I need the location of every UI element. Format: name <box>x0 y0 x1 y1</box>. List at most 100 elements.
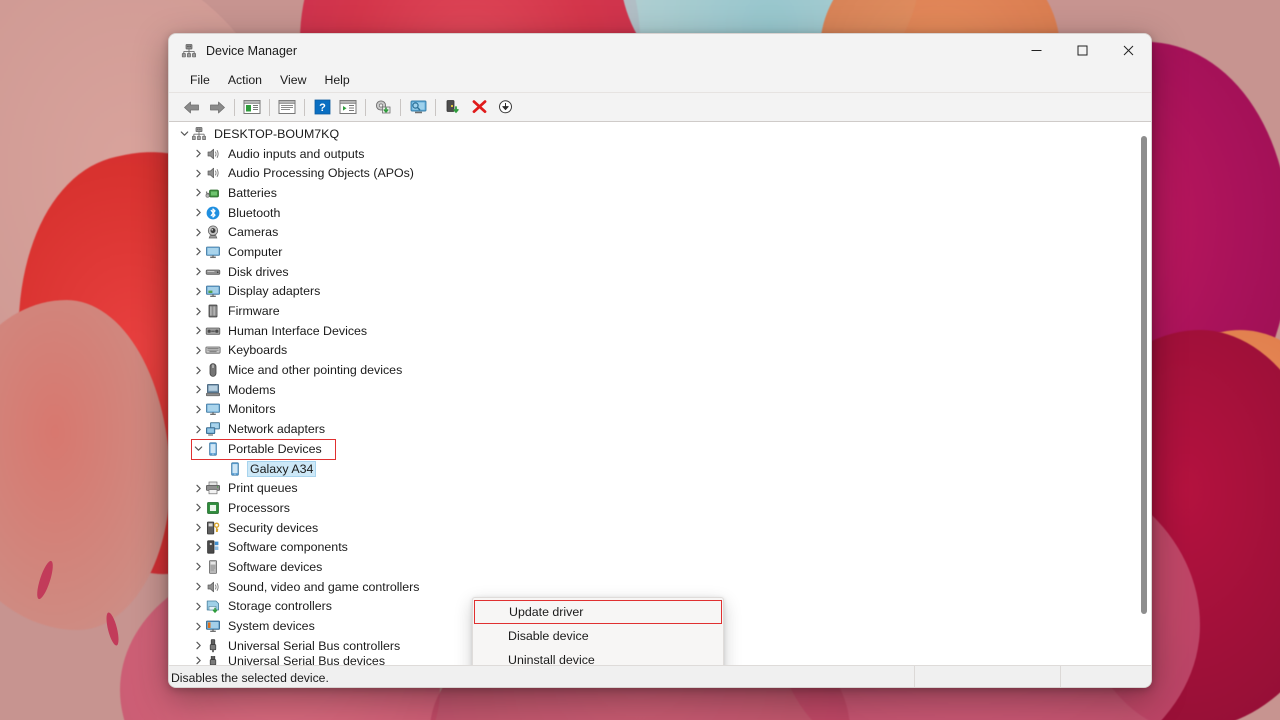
tree-row-root[interactable]: DESKTOP-BOUM7KQ <box>169 124 1137 144</box>
uninstall-device-icon[interactable] <box>466 96 492 119</box>
tree-row-keyboards[interactable]: Keyboards <box>169 341 1137 361</box>
chevron-right-icon[interactable] <box>191 562 205 571</box>
tree-row-sound-video-and-game-controllers[interactable]: Sound, video and game controllers <box>169 577 1137 597</box>
enable-device-icon[interactable] <box>440 96 466 119</box>
printer-icon <box>205 480 221 496</box>
tree-row-label: Security devices <box>228 520 319 535</box>
device-tree-panel[interactable]: DESKTOP-BOUM7KQ Audio inputs and outputs… <box>169 122 1151 665</box>
chevron-right-icon[interactable] <box>191 582 205 591</box>
tree-row-label: Audio Processing Objects (APOs) <box>228 166 414 181</box>
chevron-right-icon[interactable] <box>191 188 205 197</box>
tree-row-audio-processing-objects[interactable]: Audio Processing Objects (APOs) <box>169 163 1137 183</box>
desktop-background: Device Manager File Action View Help ? D… <box>0 0 1280 720</box>
tree-row-computer[interactable]: Computer <box>169 242 1137 262</box>
status-divider <box>914 665 915 687</box>
window-title: Device Manager <box>206 43 298 58</box>
chevron-right-icon[interactable] <box>191 247 205 256</box>
chevron-right-icon[interactable] <box>191 622 205 631</box>
menu-help[interactable]: Help <box>315 70 358 90</box>
menu-action[interactable]: Action <box>219 70 271 90</box>
modem-icon <box>205 382 221 398</box>
context-menu-item-uninstall-device[interactable]: Uninstall device <box>473 648 723 665</box>
show-hide-console-tree-icon[interactable] <box>239 96 265 119</box>
tree-row-mice-and-other-pointing-devices[interactable]: Mice and other pointing devices <box>169 360 1137 380</box>
tree-row-label: Universal Serial Bus devices <box>228 655 386 665</box>
tree-row-modems[interactable]: Modems <box>169 380 1137 400</box>
back-icon[interactable] <box>178 96 204 119</box>
chevron-right-icon[interactable] <box>191 149 205 158</box>
chevron-down-icon[interactable] <box>177 129 191 138</box>
context-menu-item-disable-device[interactable]: Disable device <box>473 624 723 648</box>
tree-row-firmware[interactable]: Firmware <box>169 301 1137 321</box>
tree-row-network-adapters[interactable]: Network adapters <box>169 419 1137 439</box>
storage-controller-icon <box>205 598 221 614</box>
scan-for-hardware-changes-icon[interactable] <box>405 96 431 119</box>
tree-row-monitors[interactable]: Monitors <box>169 400 1137 420</box>
tree-row-bluetooth[interactable]: Bluetooth <box>169 203 1137 223</box>
chevron-right-icon[interactable] <box>191 169 205 178</box>
chevron-right-icon[interactable] <box>191 267 205 276</box>
tree-row-label: Keyboards <box>228 343 288 358</box>
chevron-right-icon[interactable] <box>191 228 205 237</box>
speaker-icon <box>205 146 221 162</box>
chevron-right-icon[interactable] <box>191 366 205 375</box>
help-icon[interactable]: ? <box>309 96 335 119</box>
chevron-right-icon[interactable] <box>191 602 205 611</box>
chevron-right-icon[interactable] <box>191 307 205 316</box>
menu-file[interactable]: File <box>181 70 219 90</box>
tree-row-audio-inputs-and-outputs[interactable]: Audio inputs and outputs <box>169 144 1137 164</box>
tree-row-processors[interactable]: Processors <box>169 498 1137 518</box>
menu-view[interactable]: View <box>271 70 315 90</box>
minimize-button[interactable] <box>1013 34 1059 67</box>
bluetooth-icon <box>205 205 221 221</box>
tree-row-label: Human Interface Devices <box>228 323 368 338</box>
monitor-icon <box>205 244 221 260</box>
tree-row-label: Network adapters <box>228 422 326 437</box>
tree-row-cameras[interactable]: Cameras <box>169 222 1137 242</box>
status-message: Disables the selected device. <box>171 670 329 685</box>
chevron-right-icon[interactable] <box>191 326 205 335</box>
chevron-right-icon[interactable] <box>191 656 205 665</box>
tree-row-display-adapters[interactable]: Display adapters <box>169 282 1137 302</box>
tree-row-human-interface-devices[interactable]: Human Interface Devices <box>169 321 1137 341</box>
portable-device-icon <box>205 441 221 457</box>
close-button[interactable] <box>1105 34 1151 67</box>
tree-row-label: Sound, video and game controllers <box>228 579 420 594</box>
display-adapter-icon <box>205 283 221 299</box>
vertical-scrollbar[interactable] <box>1137 122 1150 665</box>
chevron-right-icon[interactable] <box>191 405 205 414</box>
tree-row-galaxy-a34[interactable]: Galaxy A34 <box>169 459 1137 479</box>
tree-row-security-devices[interactable]: Security devices <box>169 518 1137 538</box>
tree-row-disk-drives[interactable]: Disk drives <box>169 262 1137 282</box>
chevron-right-icon[interactable] <box>191 208 205 217</box>
update-driver-icon[interactable] <box>370 96 396 119</box>
tree-row-software-components[interactable]: Software components <box>169 537 1137 557</box>
tree-row-label: Modems <box>228 382 276 397</box>
chevron-right-icon[interactable] <box>191 641 205 650</box>
device-manager-icon <box>181 43 197 59</box>
chevron-right-icon[interactable] <box>191 287 205 296</box>
forward-icon[interactable] <box>204 96 230 119</box>
tree-row-portable-devices[interactable]: Portable Devices <box>169 439 1137 460</box>
chevron-right-icon[interactable] <box>191 346 205 355</box>
chevron-right-icon[interactable] <box>191 543 205 552</box>
maximize-button[interactable] <box>1059 34 1105 67</box>
chevron-right-icon[interactable] <box>191 484 205 493</box>
tree-row-label: Universal Serial Bus controllers <box>228 638 401 653</box>
tree-row-software-devices[interactable]: Software devices <box>169 557 1137 577</box>
properties-icon[interactable] <box>274 96 300 119</box>
download-icon[interactable] <box>492 96 518 119</box>
chevron-right-icon[interactable] <box>191 523 205 532</box>
chevron-right-icon[interactable] <box>191 425 205 434</box>
firmware-icon <box>205 303 221 319</box>
context-menu-item-update-driver[interactable]: Update driver <box>474 600 722 624</box>
tree-row-label: Cameras <box>228 225 279 240</box>
tree-row-batteries[interactable]: Batteries <box>169 183 1137 203</box>
chevron-right-icon[interactable] <box>191 503 205 512</box>
chevron-right-icon[interactable] <box>191 385 205 394</box>
scrollbar-thumb[interactable] <box>1141 136 1147 614</box>
view-devices-icon[interactable] <box>335 96 361 119</box>
window-titlebar[interactable]: Device Manager <box>169 34 1151 67</box>
tree-row-print-queues[interactable]: Print queues <box>169 478 1137 498</box>
chevron-down-icon[interactable] <box>191 444 205 453</box>
